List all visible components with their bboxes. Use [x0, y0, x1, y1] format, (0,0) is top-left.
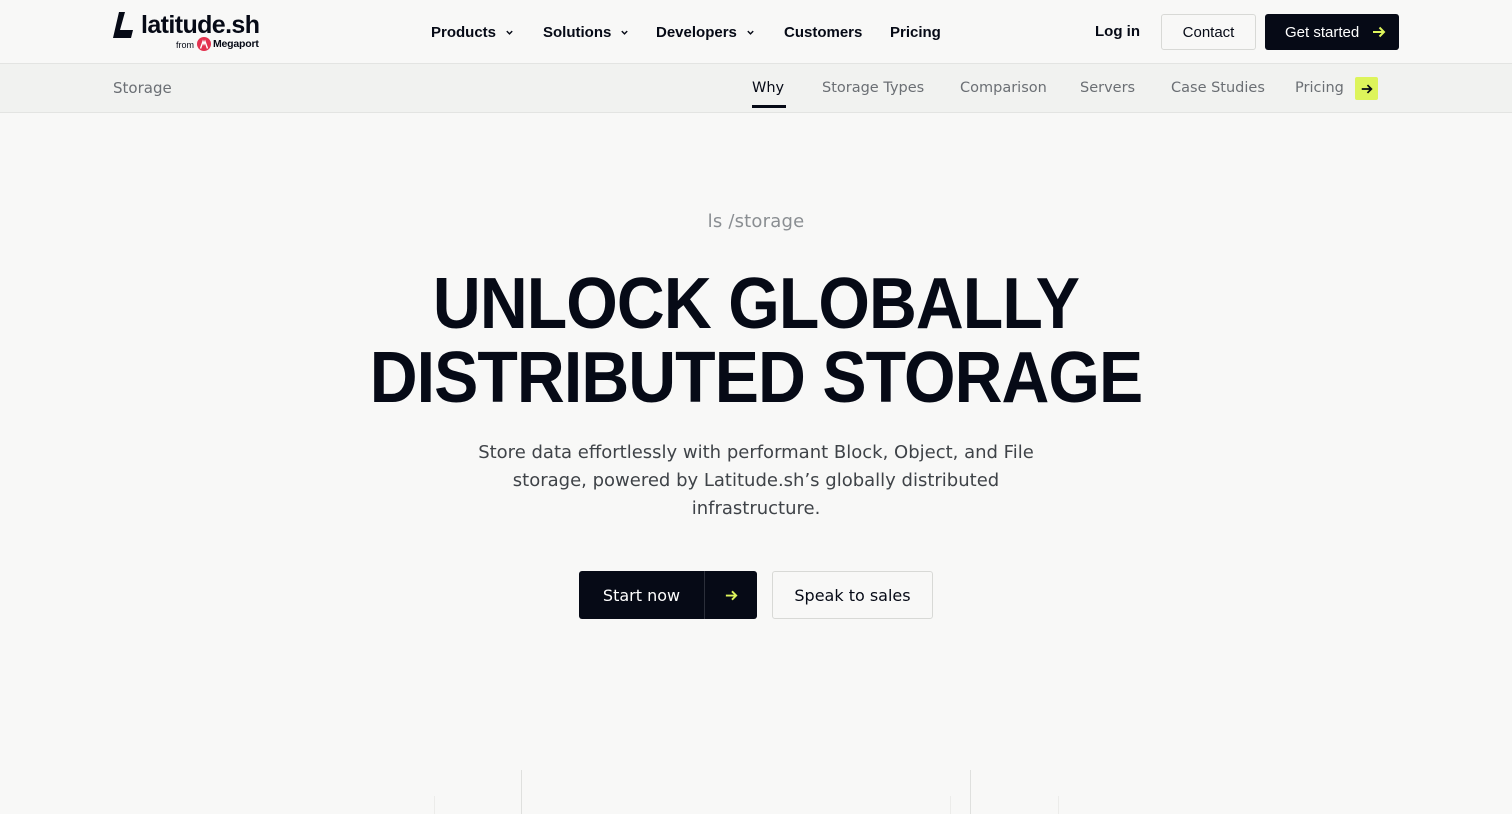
tab-storage-types[interactable]: Storage Types	[822, 78, 924, 98]
tab-servers[interactable]: Servers	[1080, 78, 1135, 98]
tab-why[interactable]: Why	[752, 78, 784, 98]
tab-comparison[interactable]: Comparison	[960, 78, 1047, 98]
hero-subtitle: Store data effortlessly with performant …	[478, 442, 1034, 519]
menu-item-products[interactable]: Products	[431, 20, 514, 44]
hero-eyebrow: ls /storage	[707, 211, 805, 232]
menu-item-solutions[interactable]: Solutions	[543, 20, 629, 44]
subnav-cta-button[interactable]	[1355, 77, 1378, 100]
start-now-label: Start now	[579, 571, 705, 619]
menu-item-label: Customers	[784, 23, 863, 41]
arrow-right-icon	[1373, 26, 1386, 38]
start-now-button[interactable]: Start now	[579, 571, 757, 619]
speak-to-sales-button[interactable]: Speak to sales	[772, 571, 933, 619]
brand-name: latitude.sh	[141, 11, 260, 39]
arrow-right-icon	[725, 590, 738, 600]
start-now-arrow	[705, 571, 757, 619]
tab-case-studies[interactable]: Case Studies	[1171, 78, 1265, 98]
menu-item-developers[interactable]: Developers	[656, 20, 755, 44]
brand-logo[interactable]: latitude.sh from Megaport	[113, 10, 263, 54]
decorative-line	[521, 770, 522, 814]
brand-from-label: from	[176, 40, 194, 50]
latitude-logo-icon	[113, 12, 133, 38]
chevron-down-icon	[506, 30, 513, 35]
hero-headline: UNLOCK GLOBALLY DISTRIBUTED STORAGE	[60, 267, 1451, 415]
subnav-title: Storage	[113, 79, 172, 97]
megaport-icon	[197, 37, 211, 51]
decorative-line	[1058, 796, 1059, 814]
contact-button[interactable]: Contact	[1161, 14, 1256, 50]
decorative-line	[970, 770, 971, 814]
get-started-button[interactable]: Get started	[1265, 14, 1399, 50]
brand-parent-name: Megaport	[213, 38, 259, 50]
menu-item-label: Pricing	[890, 23, 941, 41]
decorative-line	[950, 796, 951, 814]
arrow-right-icon	[1361, 83, 1373, 94]
menu-item-label: Products	[431, 23, 497, 41]
tab-pricing[interactable]: Pricing	[1295, 78, 1344, 98]
hero-headline-line2: DISTRIBUTED STORAGE	[369, 338, 1143, 418]
top-navbar: latitude.sh from Megaport Products Solut…	[0, 0, 1512, 64]
get-started-label: Get started	[1285, 23, 1360, 41]
decorative-line	[434, 796, 435, 814]
chevron-down-icon	[621, 30, 629, 35]
menu-item-label: Solutions	[543, 23, 612, 41]
active-tab-indicator	[752, 105, 786, 108]
menu-item-label: Developers	[656, 23, 737, 41]
chevron-down-icon	[747, 30, 754, 35]
menu-item-customers[interactable]: Customers	[784, 20, 862, 44]
section-subnav: Storage Why Storage Types Comparison Ser…	[0, 64, 1512, 113]
hero-headline-line1: UNLOCK GLOBALLY	[432, 264, 1080, 344]
menu-item-pricing[interactable]: Pricing	[890, 20, 941, 44]
login-link[interactable]: Log in	[1095, 20, 1140, 44]
